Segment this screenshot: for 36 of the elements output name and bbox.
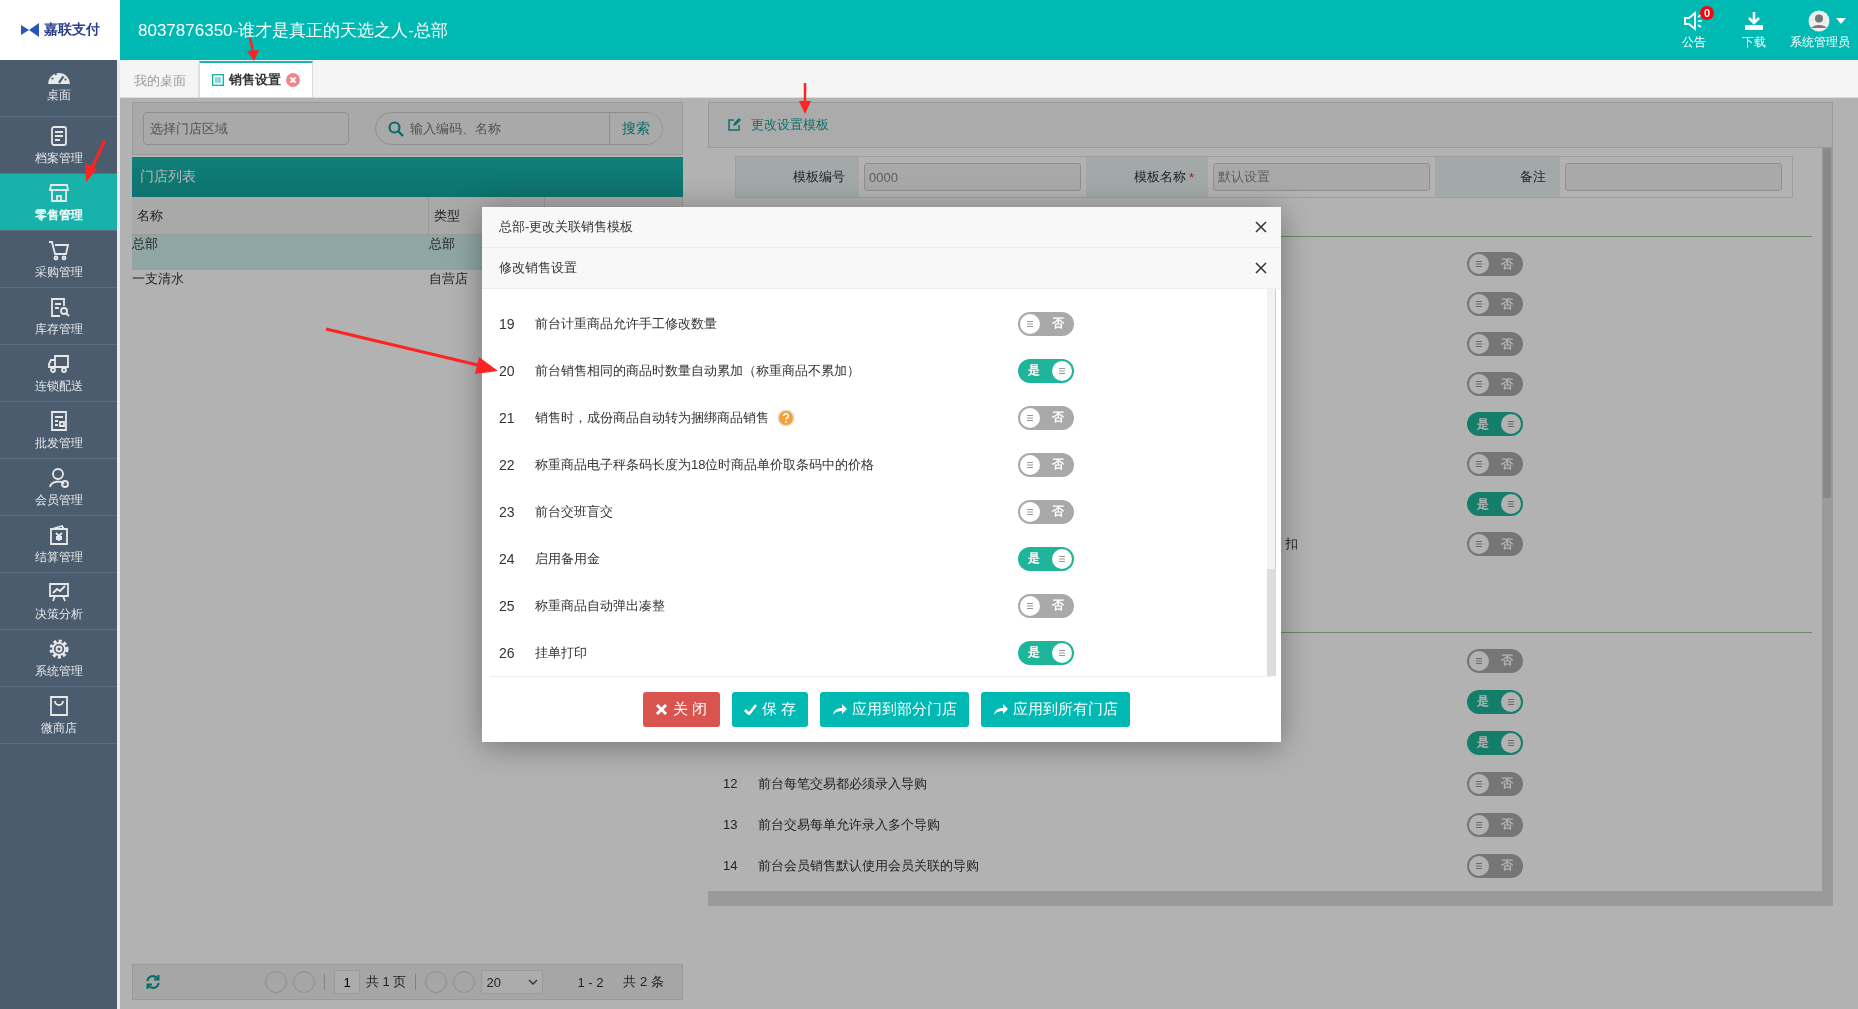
row-number: 25: [499, 597, 516, 614]
range-text: 1 - 2: [577, 974, 604, 990]
row-number: 21: [499, 409, 516, 426]
row-number: 19: [499, 315, 516, 332]
row-number: 20: [499, 362, 516, 379]
row-number: 13: [723, 817, 738, 832]
field-label: 备注: [1435, 157, 1560, 197]
row-number: 12: [723, 776, 738, 791]
page-title: 8037876350-谁才是真正的天选之人-总部: [138, 19, 449, 42]
count-badge: 0: [1700, 5, 1714, 20]
required-mark: *: [1188, 169, 1194, 185]
panel-title: 门店列表: [132, 157, 683, 197]
setting-label: 前台交班盲交: [535, 502, 613, 521]
setting-label: 称重商品自动弹出凑整: [535, 596, 665, 615]
total-text: 共 2 条: [623, 973, 664, 991]
setting-label: 销售时，成份商品自动转为捆绑商品销售: [535, 408, 769, 427]
setting-label: 前台计重商品允许手工修改数量: [535, 314, 717, 333]
row-number: 24: [499, 550, 516, 567]
setting-label: 前台会员销售默认使用会员关联的导购: [758, 856, 979, 875]
field-label: 模板编号: [736, 157, 859, 197]
setting-label: 前台每笔交易都必须录入导购: [758, 774, 927, 793]
dialog-subtitle: 修改销售设置: [499, 259, 577, 277]
setting-label: 挂单打印: [535, 643, 587, 662]
column-header: 名称: [132, 197, 429, 235]
field-label: 模板名称 *: [1086, 157, 1208, 197]
setting-label: 称重商品电子秤条码长度为18位时商品单价取条码中的价格: [535, 455, 875, 474]
row-number: 23: [499, 503, 516, 520]
row-number: 22: [499, 456, 516, 473]
setting-label: 前台交易每单允许录入多个导购: [758, 815, 940, 834]
setting-label: 扣: [1285, 535, 1298, 553]
page-count: 共 1 页: [366, 973, 407, 991]
logo-text: 嘉联支付: [44, 21, 100, 39]
setting-label: 启用备用金: [535, 549, 600, 568]
row-number: 14: [723, 858, 738, 873]
setting-label: 前台销售相同的商品时数量自动累加（称重商品不累加）: [535, 361, 860, 380]
row-number: 26: [499, 644, 516, 661]
